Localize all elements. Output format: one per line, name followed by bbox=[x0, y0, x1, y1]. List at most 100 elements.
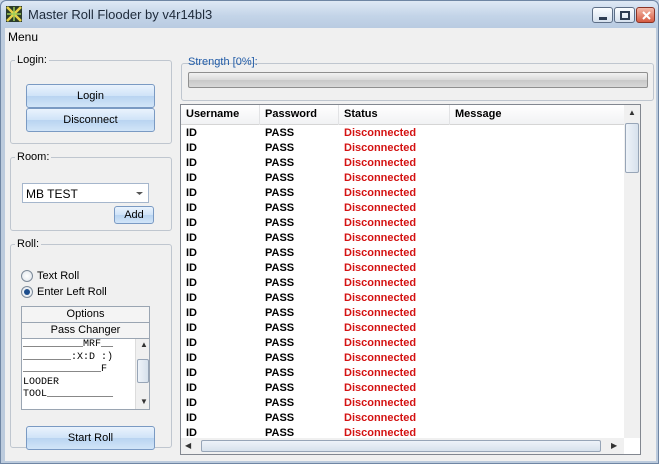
column-message[interactable]: Message bbox=[450, 105, 636, 125]
options-header[interactable]: Options bbox=[22, 307, 149, 323]
column-password[interactable]: Password bbox=[260, 105, 339, 125]
menu-item-menu[interactable]: Menu bbox=[8, 30, 38, 44]
title-bar[interactable]: Master Roll Flooder by v4r14bl3 bbox=[1, 1, 658, 28]
table-row[interactable]: ID PASS Disconnected bbox=[181, 380, 636, 395]
roll-list-scroll-thumb[interactable] bbox=[137, 359, 149, 383]
table-row[interactable]: ID PASS Disconnected bbox=[181, 245, 636, 260]
table-row[interactable]: ID PASS Disconnected bbox=[181, 290, 636, 305]
cell-status: Disconnected bbox=[344, 382, 417, 394]
cell-password: PASS bbox=[265, 232, 295, 244]
cell-password: PASS bbox=[265, 322, 295, 334]
table-row[interactable]: ID PASS Disconnected bbox=[181, 155, 636, 170]
cell-password: PASS bbox=[265, 262, 295, 274]
cell-password: PASS bbox=[265, 307, 295, 319]
accounts-list-vscroll-thumb[interactable] bbox=[625, 123, 639, 173]
table-row[interactable]: ID PASS Disconnected bbox=[181, 395, 636, 410]
cell-password: PASS bbox=[265, 187, 295, 199]
accounts-list-header: Username Password Status Message bbox=[181, 105, 636, 125]
room-select[interactable]: MB TEST bbox=[22, 183, 149, 203]
cell-username: ID bbox=[186, 142, 197, 154]
radio-text-roll[interactable]: Text Roll bbox=[21, 270, 79, 282]
scroll-up-icon[interactable]: ▲ bbox=[140, 340, 148, 349]
cell-password: PASS bbox=[265, 382, 295, 394]
cell-username: ID bbox=[186, 367, 197, 379]
maximize-icon bbox=[620, 11, 630, 20]
cell-username: ID bbox=[186, 202, 197, 214]
cell-username: ID bbox=[186, 217, 197, 229]
roll-group-legend: Roll: bbox=[17, 238, 40, 250]
accounts-list[interactable]: Username Password Status Message ID PASS D… bbox=[180, 104, 641, 455]
table-row[interactable]: ID PASS Disconnected bbox=[181, 305, 636, 320]
radio-enter-left-roll-label: Enter Left Roll bbox=[37, 286, 107, 298]
table-row[interactable]: ID PASS Disconnected bbox=[181, 215, 636, 230]
column-status[interactable]: Status bbox=[339, 105, 450, 125]
list-item: ________:X:D :) bbox=[23, 351, 114, 363]
cell-password: PASS bbox=[265, 367, 295, 379]
cell-status: Disconnected bbox=[344, 187, 417, 199]
cell-password: PASS bbox=[265, 352, 295, 364]
accounts-list-vscrollbar[interactable]: ▲ bbox=[624, 105, 640, 438]
scroll-down-icon[interactable]: ▼ bbox=[140, 397, 148, 406]
cell-username: ID bbox=[186, 277, 197, 289]
add-room-button[interactable]: Add bbox=[114, 206, 154, 224]
cell-username: ID bbox=[186, 172, 197, 184]
table-row[interactable]: ID PASS Disconnected bbox=[181, 185, 636, 200]
table-row[interactable]: ID PASS Disconnected bbox=[181, 230, 636, 245]
cell-username: ID bbox=[186, 187, 197, 199]
cell-status: Disconnected bbox=[344, 412, 417, 424]
radio-text-roll-label: Text Roll bbox=[37, 270, 80, 282]
table-row[interactable]: ID PASS Disconnected bbox=[181, 410, 636, 425]
login-button[interactable]: Login bbox=[26, 84, 155, 108]
table-row[interactable]: ID PASS Disconnected bbox=[181, 320, 636, 335]
cell-status: Disconnected bbox=[344, 172, 417, 184]
pass-changer-header[interactable]: Pass Changer bbox=[22, 323, 149, 339]
table-row[interactable]: ID PASS Disconnected bbox=[181, 200, 636, 215]
table-row[interactable]: ID PASS Disconnected bbox=[181, 275, 636, 290]
minimize-button[interactable] bbox=[592, 7, 613, 23]
cell-status: Disconnected bbox=[344, 352, 417, 364]
cell-password: PASS bbox=[265, 337, 295, 349]
cell-password: PASS bbox=[265, 127, 295, 139]
table-row[interactable]: ID PASS Disconnected bbox=[181, 260, 636, 275]
radio-text-roll-button[interactable] bbox=[21, 270, 33, 282]
cell-status: Disconnected bbox=[344, 142, 417, 154]
cell-status: Disconnected bbox=[344, 337, 417, 349]
chevron-down-icon[interactable] bbox=[132, 185, 147, 201]
accounts-list-hscrollbar[interactable]: ◀ ▶ bbox=[181, 438, 624, 454]
start-roll-button[interactable]: Start Roll bbox=[26, 426, 155, 450]
cell-username: ID bbox=[186, 247, 197, 259]
menu-bar: Menu bbox=[5, 28, 656, 46]
table-row[interactable]: ID PASS Disconnected bbox=[181, 140, 636, 155]
strength-label: Strength [0%]: bbox=[188, 56, 258, 68]
cell-status: Disconnected bbox=[344, 127, 417, 139]
scroll-left-icon[interactable]: ◀ bbox=[185, 441, 191, 450]
roll-list-scrollbar[interactable]: ▲ ▼ bbox=[135, 339, 149, 409]
accounts-list-hscroll-thumb[interactable] bbox=[201, 440, 601, 452]
disconnect-button[interactable]: Disconnect bbox=[26, 108, 155, 132]
radio-enter-left-roll[interactable]: Enter Left Roll bbox=[21, 286, 107, 298]
cell-status: Disconnected bbox=[344, 322, 417, 334]
cell-username: ID bbox=[186, 157, 197, 169]
app-window: Master Roll Flooder by v4r14bl3 Menu Log… bbox=[0, 0, 659, 464]
client-area: Menu Login: Login Disconnect Room: MB TE… bbox=[5, 28, 656, 461]
cell-status: Disconnected bbox=[344, 217, 417, 229]
cell-username: ID bbox=[186, 262, 197, 274]
room-group: Room: MB TEST Add bbox=[10, 151, 172, 231]
minimize-icon bbox=[599, 17, 607, 20]
cell-username: ID bbox=[186, 307, 197, 319]
scroll-right-icon[interactable]: ▶ bbox=[611, 441, 617, 450]
scroll-up-icon[interactable]: ▲ bbox=[628, 108, 636, 117]
cell-password: PASS bbox=[265, 217, 295, 229]
maximize-button[interactable] bbox=[614, 7, 635, 23]
close-button[interactable] bbox=[636, 7, 655, 23]
column-username[interactable]: Username bbox=[181, 105, 260, 125]
table-row[interactable]: ID PASS Disconnected bbox=[181, 350, 636, 365]
cell-username: ID bbox=[186, 382, 197, 394]
roll-text-list[interactable]: __________MRF__ ________:X:D :) ________… bbox=[22, 339, 134, 409]
table-row[interactable]: ID PASS Disconnected bbox=[181, 365, 636, 380]
table-row[interactable]: ID PASS Disconnected bbox=[181, 170, 636, 185]
table-row[interactable]: ID PASS Disconnected bbox=[181, 335, 636, 350]
table-row[interactable]: ID PASS Disconnected bbox=[181, 125, 636, 140]
radio-enter-left-roll-button[interactable] bbox=[21, 286, 33, 298]
cell-status: Disconnected bbox=[344, 232, 417, 244]
